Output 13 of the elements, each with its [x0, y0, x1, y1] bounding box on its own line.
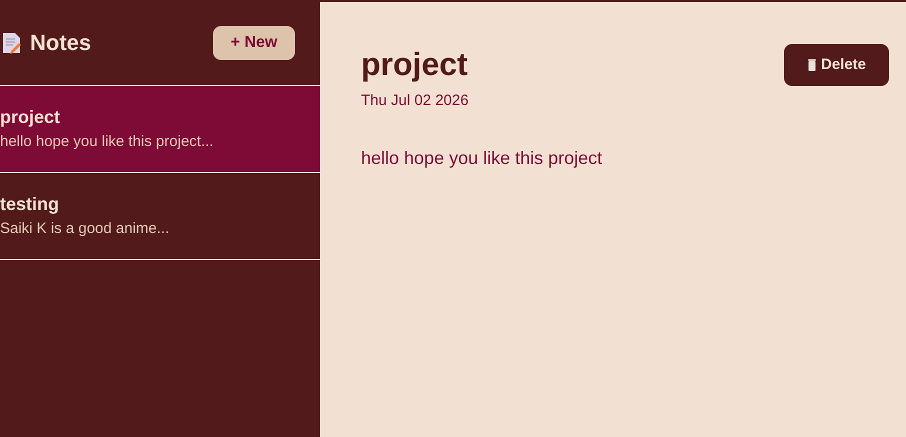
note-title: testing: [0, 193, 60, 216]
note-preview: hello hope you like this project...: [0, 132, 214, 152]
note-title: project: [0, 106, 62, 129]
note-body: hello hope you like this project: [361, 146, 604, 170]
note-heading: project: [361, 45, 469, 84]
new-note-button[interactable]: + New: [213, 26, 295, 60]
trash-can-icon: [806, 58, 817, 72]
note-item[interactable]: project hello hope you like this project...: [0, 86, 320, 173]
app-title: Notes: [30, 29, 92, 57]
delete-button[interactable]: Delete: [784, 44, 889, 86]
note-date: Thu Jul 02 2026: [361, 91, 469, 111]
note-preview: Saiki K is a good anime...: [0, 220, 170, 239]
notepad-icon: [2, 32, 22, 54]
